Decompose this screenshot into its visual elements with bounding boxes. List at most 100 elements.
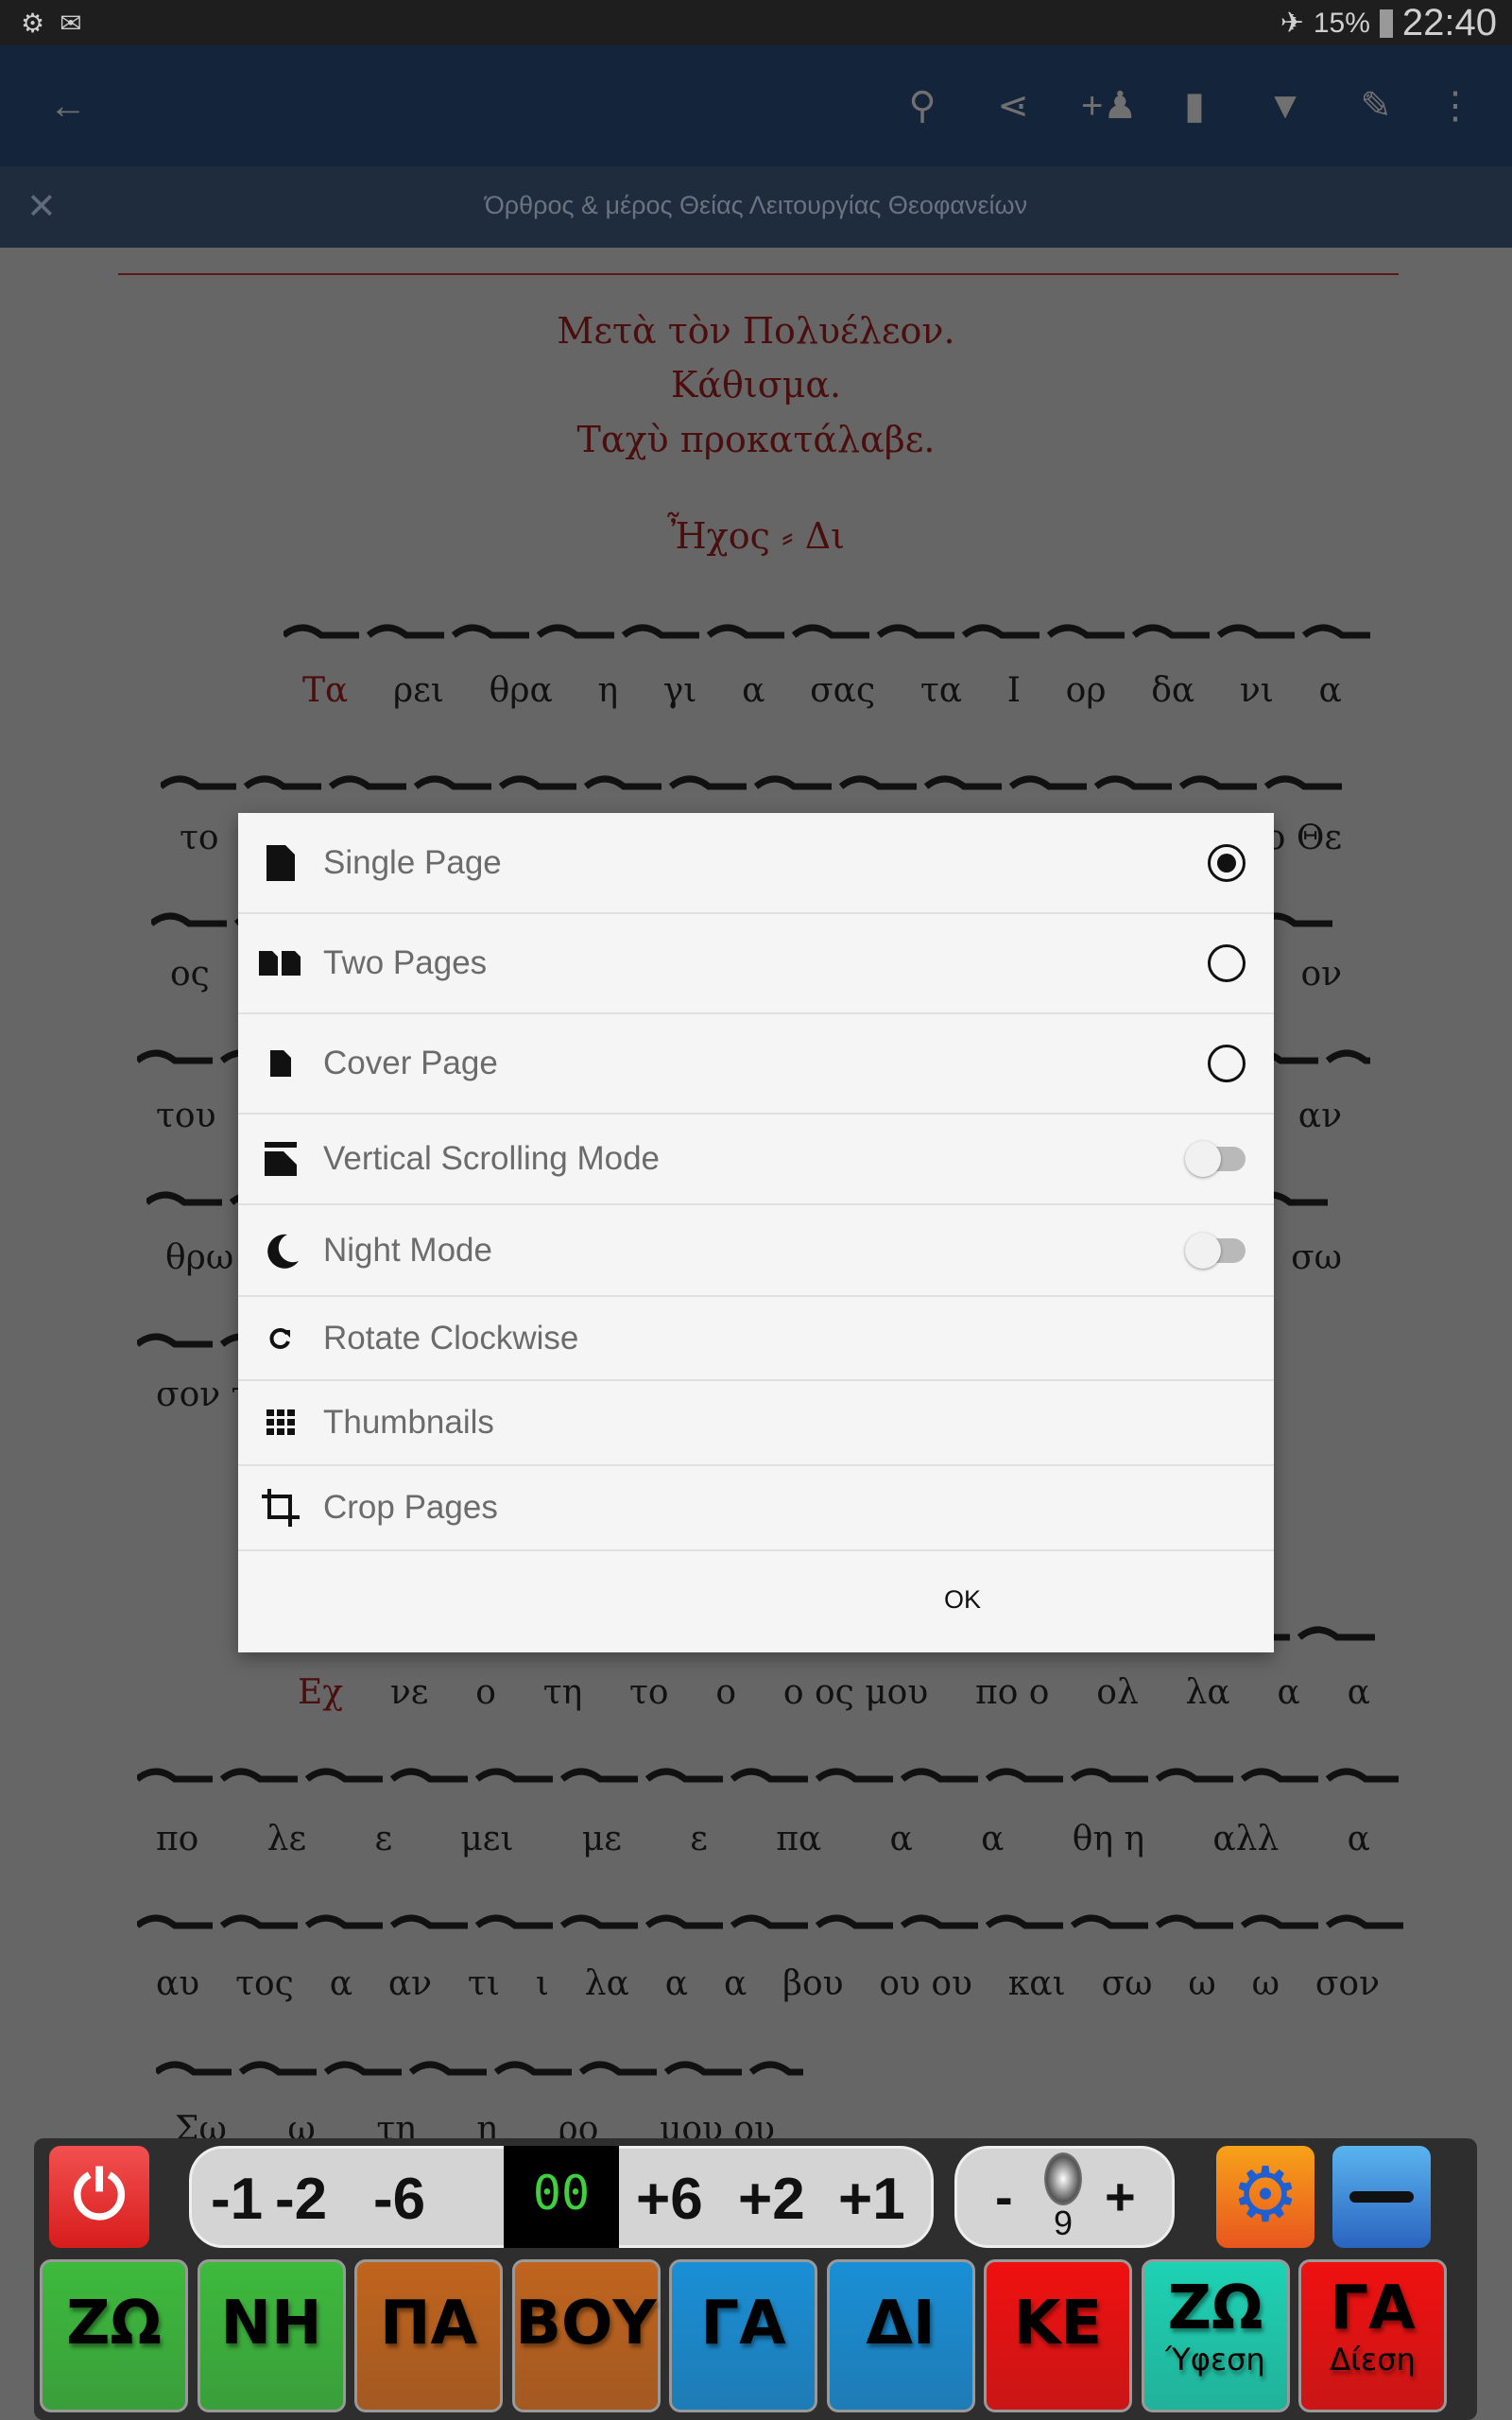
two-pages-icon: [257, 951, 304, 976]
syllable: θρω: [165, 1238, 234, 1277]
syllable: νι: [1239, 671, 1274, 710]
syllable: λα: [1185, 1673, 1230, 1712]
volume-plus-button[interactable]: +: [1105, 2166, 1136, 2227]
option-vertical-scrolling-mode[interactable]: Vertical Scrolling Mode: [238, 1115, 1274, 1205]
syllable: α: [664, 1964, 689, 2003]
minimize-button[interactable]: [1332, 2146, 1431, 2248]
lyrics-line: Εχ νε ο τη το ο ο ος μου πο ο ολ λα α α: [298, 1673, 1370, 1712]
option-label: Crop Pages: [323, 1489, 498, 1526]
volume-control: - 9 +: [954, 2146, 1175, 2248]
radio-button[interactable]: [1208, 944, 1246, 982]
syllable: ο ος μου: [782, 1673, 929, 1712]
clock: 22:40: [1401, 2, 1497, 43]
option-cover-page[interactable]: Cover Page: [238, 1014, 1274, 1115]
syllable: τη: [542, 1673, 583, 1712]
option-label: Two Pages: [323, 944, 488, 981]
syllable: α: [981, 1820, 1005, 1858]
syllable: Ι: [1006, 671, 1021, 710]
syllable: ο Θε: [1264, 819, 1342, 857]
more-vert-icon[interactable]: ⋮: [1433, 83, 1478, 129]
syllable: αν: [387, 1964, 433, 2003]
back-arrow-icon[interactable]: ←: [45, 83, 91, 129]
syllable: η: [597, 671, 619, 710]
power-button[interactable]: ⏻: [49, 2146, 149, 2248]
grid-icon: [257, 1409, 304, 1436]
note-key[interactable]: ΒΟΥ: [511, 2259, 661, 2412]
note-key-label: ΖΩ: [1167, 2273, 1263, 2343]
echos-label: Ἦχος: [666, 515, 770, 557]
rotate-cw-icon: [257, 1327, 304, 1350]
sd-settings-icon: ⚙: [21, 9, 45, 38]
edit-icon[interactable]: ✎: [1353, 83, 1399, 129]
option-label: Single Page: [323, 843, 502, 881]
minus-icon: [1349, 2191, 1414, 2203]
option-crop-pages[interactable]: Crop Pages: [238, 1466, 1274, 1551]
note-key[interactable]: ΓΑ Δίεση: [1298, 2259, 1447, 2412]
ok-button[interactable]: OK: [944, 1585, 981, 1615]
gmail-icon: ✉: [60, 9, 82, 38]
syllable: με: [581, 1820, 622, 1858]
syllable: α: [1277, 1673, 1300, 1712]
syllable: ος: [170, 955, 210, 994]
radio-button[interactable]: [1208, 1045, 1246, 1082]
transpose-button[interactable]: +6: [636, 2166, 703, 2233]
note-key[interactable]: ΠΑ: [354, 2259, 503, 2412]
bookmark-icon[interactable]: ▼: [1263, 83, 1308, 129]
note-key-label: ΠΑ: [379, 2289, 478, 2359]
toggle-switch[interactable]: [1185, 1232, 1246, 1269]
syllable: τα: [919, 671, 963, 710]
syllable: του: [156, 1097, 216, 1135]
add-person-icon[interactable]: +♟: [1081, 83, 1137, 129]
option-single-page[interactable]: Single Page: [238, 813, 1274, 914]
transpose-button[interactable]: +2: [738, 2166, 805, 2233]
option-label: Vertical Scrolling Mode: [323, 1140, 660, 1177]
syllable: αλλ: [1212, 1820, 1280, 1858]
syllable: θρα: [489, 671, 553, 710]
syllable: ολ: [1096, 1673, 1139, 1712]
syllable: μει: [460, 1820, 514, 1858]
heading-3: Ταχὺ προκατάλαβε.: [576, 419, 936, 460]
syllable: νε: [389, 1673, 429, 1712]
volume-minus-button[interactable]: -: [995, 2166, 1013, 2227]
radio-button[interactable]: [1208, 843, 1246, 882]
syllable: σω: [1101, 1964, 1153, 2003]
transpose-button[interactable]: -2: [275, 2166, 327, 2233]
note-key[interactable]: ΝΗ: [197, 2259, 346, 2412]
page-icon[interactable]: ▮: [1172, 83, 1217, 129]
transpose-button[interactable]: -1: [211, 2166, 263, 2233]
syllable: και: [1007, 1964, 1066, 2003]
search-icon[interactable]: ⚲: [900, 83, 945, 129]
transpose-button[interactable]: +1: [838, 2166, 905, 2233]
note-key-label: ΓΑ: [700, 2289, 786, 2359]
neume-row: [137, 1768, 1399, 1783]
option-two-pages[interactable]: Two Pages: [238, 914, 1274, 1014]
toggle-switch[interactable]: [1185, 1141, 1246, 1177]
echos-note: Δι: [804, 515, 846, 557]
neume-row: [161, 775, 1342, 790]
syllable: α: [1347, 1673, 1370, 1712]
note-key-label: ΝΗ: [220, 2289, 322, 2359]
note-key[interactable]: ΔΙ: [826, 2259, 975, 2412]
option-rotate-clockwise[interactable]: Rotate Clockwise: [238, 1297, 1274, 1381]
note-key[interactable]: ΖΩ: [40, 2259, 188, 2412]
note-key[interactable]: ΓΑ: [669, 2259, 817, 2412]
note-key[interactable]: ΚΕ: [984, 2259, 1132, 2412]
lyrics-line: Τα ρει θρα η γι α σας τα Ιορ δα νι α: [302, 671, 1342, 710]
neume-row: [137, 1914, 1403, 1929]
syllable: λα: [584, 1964, 629, 2003]
settings-gear-button[interactable]: ⚙: [1216, 2146, 1314, 2248]
cover-page-icon: [257, 1050, 304, 1077]
note-key[interactable]: ΖΩ Ύφεση: [1141, 2259, 1290, 2412]
single-page-icon: [257, 844, 304, 881]
document-title-bar: ✕ Όρθρος & μέρος Θείας Λειτουργίας Θεοφα…: [0, 166, 1512, 248]
transpose-bar: -1 -2 -6 00 +6 +2 +1: [189, 2146, 934, 2248]
syllable: σον: [1314, 1964, 1380, 2003]
syllable: θη η: [1072, 1820, 1145, 1858]
option-thumbnails[interactable]: Thumbnails: [238, 1381, 1274, 1466]
syllable: τι: [467, 1964, 500, 2003]
share-icon[interactable]: ⋖: [990, 83, 1036, 129]
option-night-mode[interactable]: Night Mode: [238, 1205, 1274, 1297]
speaker-icon: [1044, 2152, 1082, 2205]
transpose-button[interactable]: -6: [373, 2166, 425, 2233]
syllable: ε: [374, 1820, 393, 1858]
